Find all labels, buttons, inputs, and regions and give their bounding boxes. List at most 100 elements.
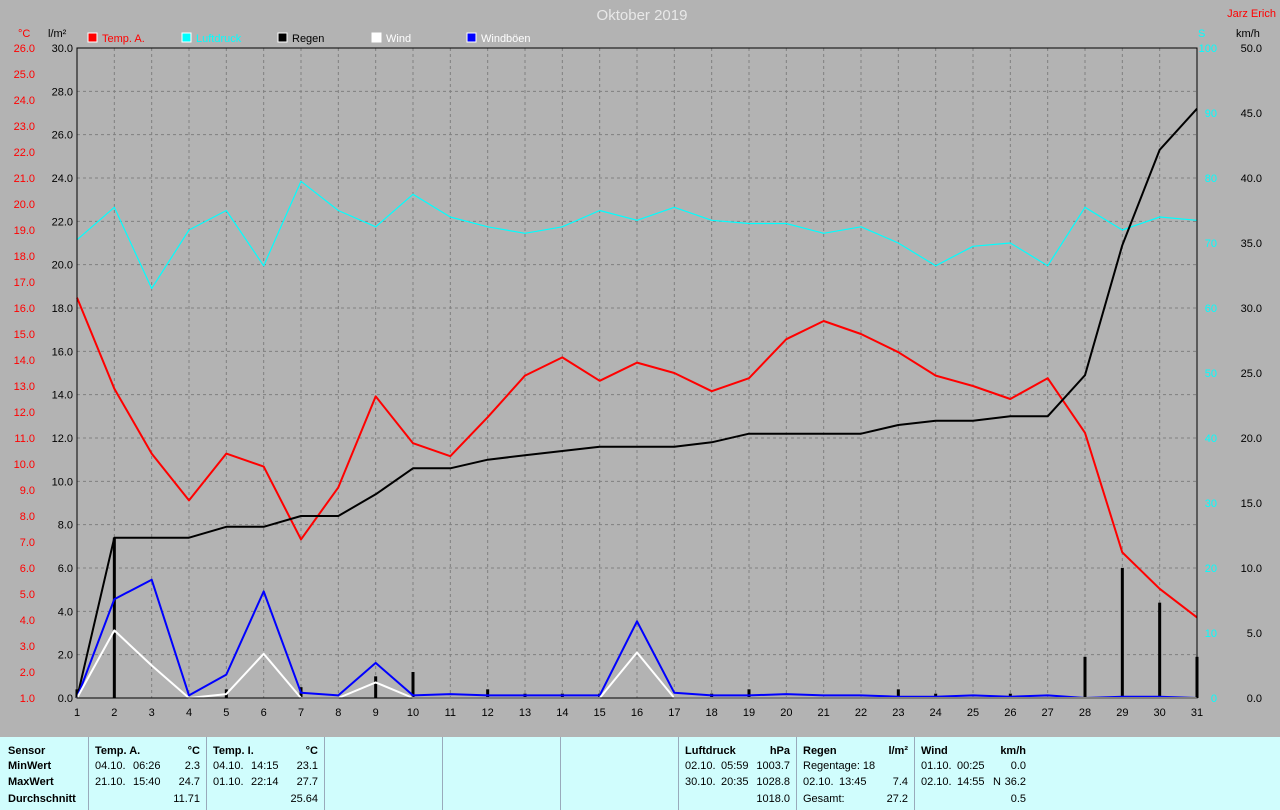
pressure-tick-label: 90 bbox=[1205, 108, 1217, 120]
wind-min-time: 00:25 bbox=[957, 760, 985, 772]
x-tick-label: 26 bbox=[1004, 707, 1016, 719]
pressure-tick-label: 20 bbox=[1205, 563, 1217, 575]
rain-total-label: Gesamt: bbox=[803, 793, 845, 805]
x-tick-label: 11 bbox=[445, 707, 456, 719]
x-tick-label: 4 bbox=[186, 707, 192, 719]
pressure-tick-label: 100 bbox=[1199, 43, 1217, 55]
x-tick-label: 7 bbox=[298, 707, 304, 719]
x-tick-label: 5 bbox=[223, 707, 229, 719]
rain-tick-label: 2.0 bbox=[58, 650, 73, 662]
legend: Temp. A. Luftdruck Regen Wind Windböen bbox=[87, 32, 531, 45]
wind-tick-label: 25.0 bbox=[1241, 368, 1262, 380]
rain-tick-label: 18.0 bbox=[52, 303, 73, 315]
temp-tick-label: 10.0 bbox=[14, 459, 35, 471]
rain-tick-label: 22.0 bbox=[52, 216, 73, 228]
rain-tick-label: 0.0 bbox=[58, 693, 73, 705]
wind-max-dir: N bbox=[993, 776, 1001, 788]
wind-tick-label: 40.0 bbox=[1241, 173, 1262, 185]
temp-tick-label: 11.0 bbox=[14, 433, 35, 445]
rain-tick-label: 6.0 bbox=[58, 563, 73, 575]
rain-tick-label: 20.0 bbox=[52, 260, 73, 272]
pressure-unit: hPa bbox=[769, 745, 790, 757]
pressure-max-time: 20:35 bbox=[721, 776, 749, 788]
pressure-max-val: 1028.8 bbox=[756, 776, 790, 788]
temp-tick-label: 5.0 bbox=[20, 589, 35, 601]
wind-unit: km/h bbox=[1000, 745, 1026, 757]
wind-tick-label: 5.0 bbox=[1247, 628, 1262, 640]
temp-a-max-time: 15:40 bbox=[133, 776, 161, 788]
temp-tick-label: 1.0 bbox=[20, 693, 35, 705]
rain-tick-label: 16.0 bbox=[52, 346, 73, 358]
row-label-max: MaxWert bbox=[8, 776, 54, 788]
wind-tick-label: 50.0 bbox=[1241, 43, 1262, 55]
rain-tick-label: 26.0 bbox=[52, 130, 73, 142]
x-tick-label: 2 bbox=[111, 707, 117, 719]
temp-i-column: Temp. I. °C 04.10. 14:15 23.1 01.10. 22:… bbox=[206, 737, 324, 810]
temp-tick-label: 25.0 bbox=[14, 69, 35, 81]
rain-tick-label: 14.0 bbox=[52, 390, 73, 402]
temp-tick-label: 21.0 bbox=[14, 173, 35, 185]
wind-max-time: 14:55 bbox=[957, 776, 985, 788]
legend-label: Wind bbox=[386, 33, 411, 45]
temp-tick-label: 23.0 bbox=[14, 121, 35, 133]
wind-tick-label: 0.0 bbox=[1247, 693, 1262, 705]
wind-column: Wind km/h 01.10. 00:25 0.0 02.10. 14:55 … bbox=[914, 737, 1032, 810]
temp-tick-label: 20.0 bbox=[14, 199, 35, 211]
legend-swatch bbox=[181, 32, 192, 43]
rain-bar bbox=[112, 537, 116, 698]
wind-unit-label: km/h bbox=[1236, 28, 1260, 40]
rain-tick-label: 4.0 bbox=[58, 606, 73, 618]
temp-a-column: Temp. A. °C 04.10. 06:26 2.3 21.10. 15:4… bbox=[88, 737, 206, 810]
row-label-avg: Durchschnitt bbox=[8, 793, 76, 805]
x-tick-label: 28 bbox=[1079, 707, 1091, 719]
x-tick-label: 27 bbox=[1042, 707, 1054, 719]
temp-i-min-val: 23.1 bbox=[296, 760, 318, 772]
pressure-tick-label: 0 bbox=[1211, 693, 1217, 705]
wind-tick-label: 15.0 bbox=[1241, 498, 1262, 510]
pressure-column: Luftdruck hPa 02.10. 05:59 1003.7 30.10.… bbox=[678, 737, 796, 810]
row-label-sensor: Sensor bbox=[8, 745, 46, 757]
temp-tick-label: 7.0 bbox=[20, 537, 35, 549]
pressure-min-time: 05:59 bbox=[721, 760, 749, 772]
x-tick-label: 20 bbox=[780, 707, 792, 719]
x-tick-label: 10 bbox=[407, 707, 419, 719]
rain-tick-label: 30.0 bbox=[52, 43, 73, 55]
temp-tick-label: 22.0 bbox=[14, 147, 35, 159]
row-labels-column: Sensor MinWert MaxWert Durchschnitt bbox=[0, 737, 88, 810]
x-tick-label: 9 bbox=[373, 707, 379, 719]
pressure-tick-label: 10 bbox=[1205, 628, 1217, 640]
x-tick-label: 8 bbox=[335, 707, 341, 719]
temp-a-avg: 11.71 bbox=[173, 793, 200, 805]
legend-swatch bbox=[371, 32, 382, 43]
legend-label: Windböen bbox=[481, 33, 531, 45]
x-tick-label: 17 bbox=[668, 707, 680, 719]
temp-tick-label: 19.0 bbox=[14, 225, 35, 237]
pressure-unit-label: S bbox=[1198, 28, 1205, 40]
temp-a-min-val: 2.3 bbox=[184, 760, 200, 772]
rain-bar bbox=[486, 689, 490, 698]
rain-max-time: 13:45 bbox=[839, 776, 867, 788]
temp-tick-label: 17.0 bbox=[14, 277, 35, 289]
x-tick-label: 25 bbox=[967, 707, 979, 719]
wind-tick-label: 35.0 bbox=[1241, 238, 1262, 250]
temp-a-max-date: 21.10. bbox=[95, 776, 126, 788]
temp-unit-label: °C bbox=[18, 28, 30, 40]
temp-i-min-date: 04.10. bbox=[213, 760, 244, 772]
temp-tick-label: 26.0 bbox=[14, 43, 35, 55]
temp-i-max-time: 22:14 bbox=[251, 776, 279, 788]
wind-max-date: 02.10. bbox=[921, 776, 952, 788]
rain-tick-label: 12.0 bbox=[52, 433, 73, 445]
temp-tick-label: 13.0 bbox=[14, 381, 35, 393]
x-tick-label: 12 bbox=[482, 707, 494, 719]
temp-a-min-date: 04.10. bbox=[95, 760, 126, 772]
stats-table: Sensor MinWert MaxWert Durchschnitt Temp… bbox=[0, 737, 1280, 810]
temp-i-max-val: 27.7 bbox=[296, 776, 318, 788]
legend-label: Temp. A. bbox=[102, 33, 145, 45]
empty-column-1 bbox=[324, 737, 442, 810]
x-tick-label: 23 bbox=[892, 707, 904, 719]
x-tick-label: 14 bbox=[556, 707, 568, 719]
x-tick-label: 16 bbox=[631, 707, 643, 719]
wind-avg: 0.5 bbox=[1010, 793, 1026, 805]
wind-min-val: 0.0 bbox=[1010, 760, 1026, 772]
temp-tick-label: 3.0 bbox=[20, 641, 35, 653]
